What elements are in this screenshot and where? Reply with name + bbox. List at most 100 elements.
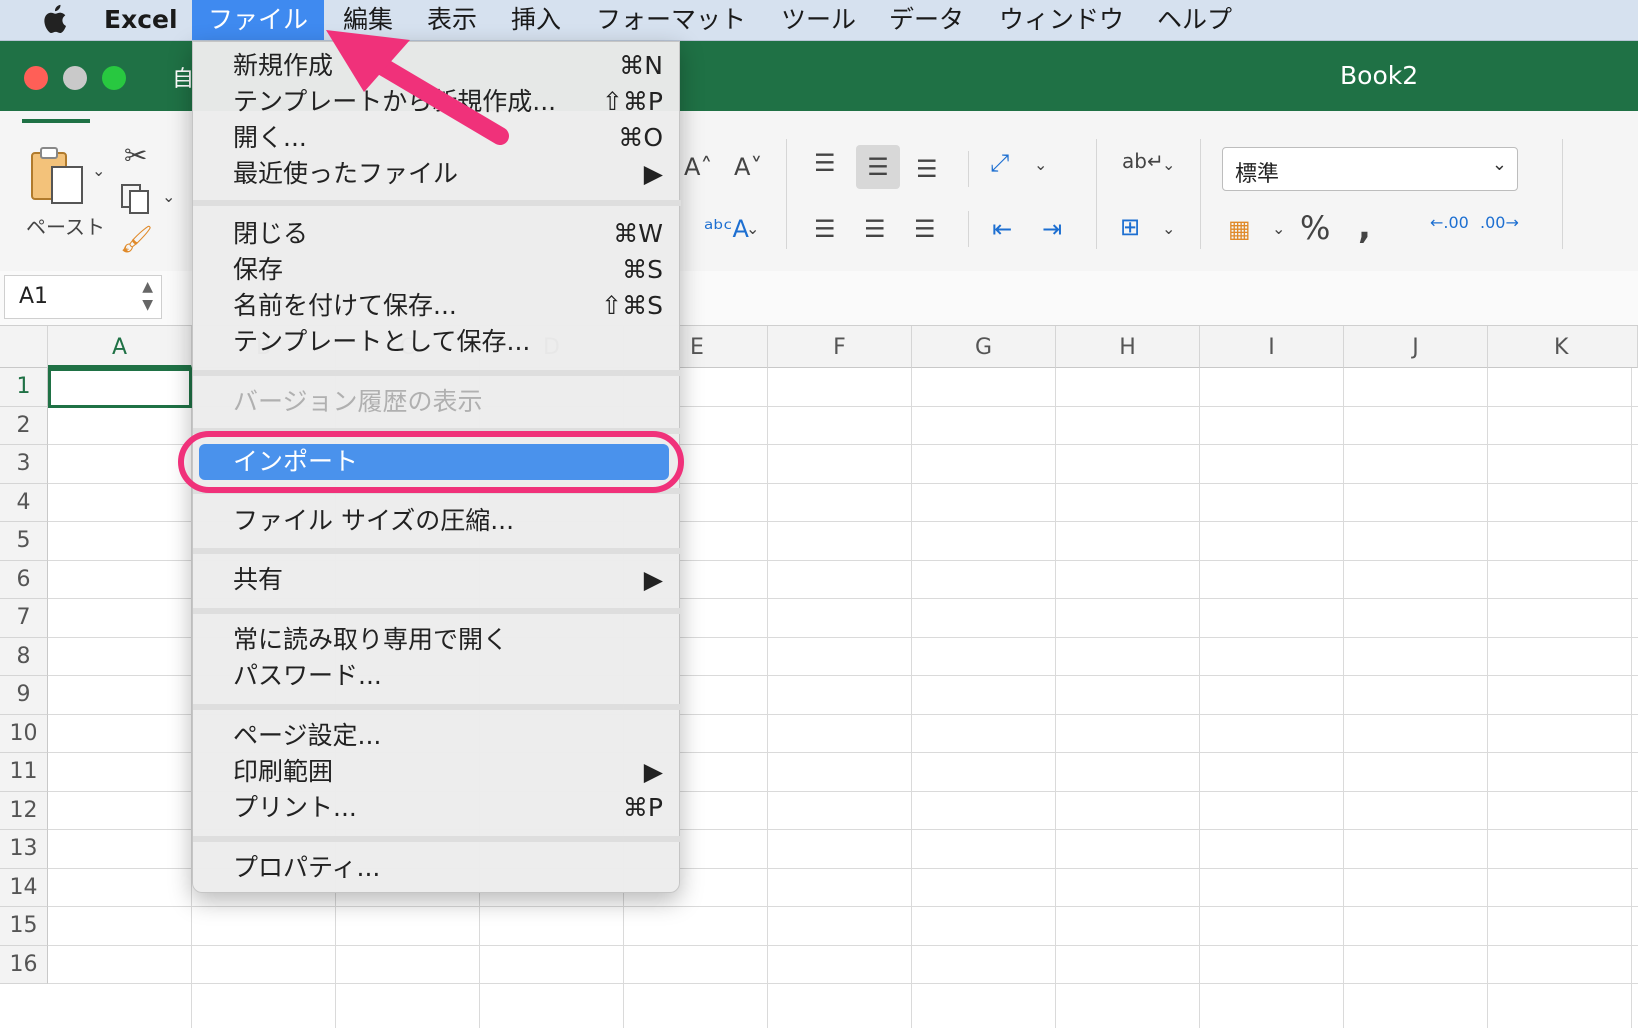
menu-edit[interactable]: 編集 [343,0,393,40]
menu-item-new-from-template[interactable]: テンプレートから新規作成... ⇧⌘P [193,84,681,120]
row-header-8[interactable]: 8 [0,637,48,676]
menu-item-shortcut: ⌘P [622,793,663,822]
row-header-12[interactable]: 12 [0,791,48,830]
menu-item-always-read-only[interactable]: 常に読み取り専用で開く [193,622,681,658]
row-header-5[interactable]: 5 [0,522,48,561]
grid-column-line [911,368,912,1028]
menu-item-save-as-template[interactable]: テンプレートとして保存... [193,324,681,360]
menu-help[interactable]: ヘルプ [1157,0,1232,40]
menu-item-label: パスワード... [233,661,382,690]
row-header-11[interactable]: 11 [0,753,48,792]
menu-item-save-as[interactable]: 名前を付けて保存... ⇧⌘S [193,288,681,324]
row-header-4[interactable]: 4 [0,483,48,522]
align-right-icon[interactable]: ☰ [914,215,936,243]
cut-icon[interactable]: ✂ [124,139,147,172]
column-header-j[interactable]: J [1344,326,1488,368]
close-window-button[interactable] [24,66,48,90]
column-header-k[interactable]: K [1488,326,1638,368]
select-all-corner[interactable] [0,326,48,368]
menu-format[interactable]: フォーマット [596,0,746,40]
increase-decimal-icon[interactable]: ←.00 [1430,213,1469,232]
menu-item-open[interactable]: 開く... ⌘O [193,120,681,156]
row-header-13[interactable]: 13 [0,830,48,869]
menu-item-new[interactable]: 新規作成 ⌘N [193,48,681,84]
accounting-dropdown-chevron-icon[interactable]: ⌄ [1272,219,1285,238]
font-color-icon[interactable]: ᵃᵇᶜA [704,215,749,243]
row-header-14[interactable]: 14 [0,868,48,907]
menu-item-print[interactable]: プリント... ⌘P [193,790,681,826]
orientation-dropdown-chevron-icon[interactable]: ⌄ [1034,155,1047,174]
menu-item-properties[interactable]: プロパティ... [193,850,681,886]
font-color-dropdown-chevron-icon[interactable]: ⌄ [746,219,759,238]
increase-font-size-icon[interactable]: A˄ [684,153,712,181]
menu-item-save[interactable]: 保存 ⌘S [193,252,681,288]
column-header-i[interactable]: I [1200,326,1344,368]
ribbon-divider [968,151,969,187]
column-header-a[interactable]: A [48,326,192,368]
decrease-decimal-icon[interactable]: .00→ [1480,213,1519,232]
row-header-7[interactable]: 7 [0,599,48,638]
grid-column-line [1487,368,1488,1028]
menu-tools[interactable]: ツール [781,0,856,40]
menu-view[interactable]: 表示 [427,0,477,40]
format-painter-icon[interactable]: 🖌 [120,225,153,255]
menu-item-shortcut: ⇧⌘P [601,87,663,116]
row-header-1[interactable]: 1 [0,368,48,407]
menu-item-print-area[interactable]: 印刷範囲 ▶ [193,754,681,790]
row-header-16[interactable]: 16 [0,945,48,984]
text-orientation-icon[interactable]: ⤢ [990,149,1009,177]
menu-item-password[interactable]: パスワード... [193,658,681,694]
name-box-stepper-icon[interactable]: ▲ ▼ [142,278,153,314]
merge-dropdown-chevron-icon[interactable]: ⌄ [1162,219,1175,238]
menu-item-recent[interactable]: 最近使ったファイル ▶ [193,156,681,192]
menu-window[interactable]: ウィンドウ [999,0,1124,40]
decrease-indent-icon[interactable]: ⇤ [992,215,1012,243]
app-menu-excel[interactable]: Excel [104,0,178,40]
selected-cell-a1[interactable] [48,368,192,408]
copy-icon[interactable] [120,183,152,215]
zoom-window-button[interactable] [102,66,126,90]
paste-dropdown-chevron-icon[interactable]: ⌄ [92,161,105,180]
accounting-format-icon[interactable]: ▦ [1228,215,1251,243]
number-format-select[interactable]: 標準 ⌄ [1222,147,1518,191]
menu-insert[interactable]: 挿入 [511,0,561,40]
menu-item-label: ページ設定... [233,721,382,750]
minimize-window-button[interactable] [63,66,87,90]
comma-style-icon[interactable]: , [1358,207,1371,247]
grid-column-line [1055,368,1056,1028]
menu-data[interactable]: データ [889,0,964,40]
column-header-g[interactable]: G [912,326,1056,368]
column-header-h[interactable]: H [1056,326,1200,368]
row-header-9[interactable]: 9 [0,676,48,715]
apple-icon[interactable] [40,0,70,40]
row-header-2[interactable]: 2 [0,406,48,445]
menu-item-share[interactable]: 共有 ▶ [193,562,681,598]
row-header-15[interactable]: 15 [0,907,48,946]
align-bottom-icon[interactable]: ☰ [916,155,938,183]
align-left-icon[interactable]: ☰ [814,215,836,243]
paste-icon[interactable] [28,145,88,211]
grid-row-line [48,906,1638,907]
wrap-text-icon[interactable]: ab↵ [1122,149,1164,173]
column-header-f[interactable]: F [768,326,912,368]
increase-indent-icon[interactable]: ⇥ [1042,215,1062,243]
menu-item-label: 開く... [233,123,307,152]
submenu-arrow-icon: ▶ [643,757,663,786]
row-header-10[interactable]: 10 [0,714,48,753]
row-header-6[interactable]: 6 [0,560,48,599]
copy-dropdown-chevron-icon[interactable]: ⌄ [162,187,175,206]
align-center-icon[interactable]: ☰ [864,215,886,243]
align-top-icon[interactable]: ☰ [814,149,836,177]
merge-cells-icon[interactable]: ⊞ [1120,213,1140,241]
menu-file[interactable]: ファイル [192,0,324,40]
menu-item-reduce-file-size[interactable]: ファイル サイズの圧縮... [193,503,681,539]
ribbon-divider [968,211,969,247]
row-header-3[interactable]: 3 [0,445,48,484]
menu-item-page-setup[interactable]: ページ設定... [193,718,681,754]
name-box[interactable]: A1 ▲ ▼ [4,275,162,319]
percent-style-icon[interactable]: % [1300,209,1330,247]
align-middle-icon[interactable]: ☰ [856,145,900,189]
menu-item-close[interactable]: 閉じる ⌘W [193,216,681,252]
wrap-dropdown-chevron-icon[interactable]: ⌄ [1162,155,1175,174]
decrease-font-size-icon[interactable]: A˅ [734,153,762,181]
